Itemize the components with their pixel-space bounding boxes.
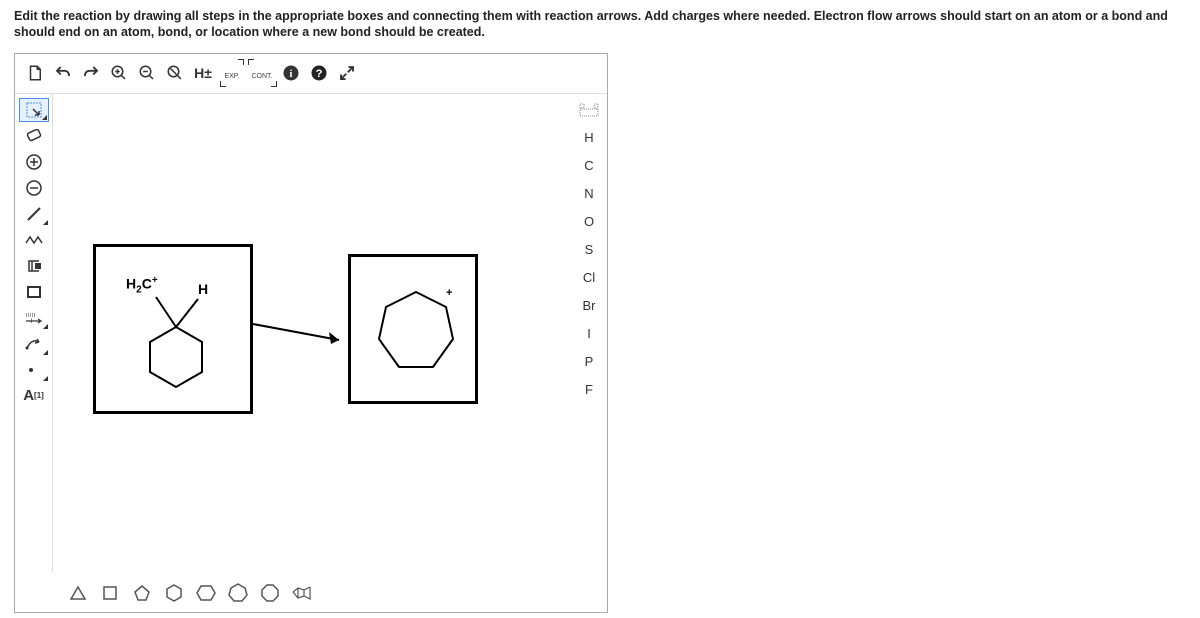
right-toolbar: H C N O S Cl Br I P F	[571, 94, 607, 402]
redo-button[interactable]	[77, 59, 105, 87]
chemistry-editor: H± EXP. CONT. i ?	[14, 53, 608, 613]
pentagon-ring[interactable]	[129, 580, 155, 606]
ch2-label: H2C+	[126, 275, 158, 295]
exp-button[interactable]: EXP.	[217, 59, 247, 87]
help-button[interactable]: ?	[305, 59, 333, 87]
element-br[interactable]: Br	[575, 294, 603, 318]
bond-tool[interactable]	[19, 202, 49, 226]
element-i[interactable]: I	[575, 322, 603, 346]
heptagon-ring[interactable]	[225, 580, 251, 606]
element-c[interactable]: C	[575, 154, 603, 178]
svg-text:?: ?	[316, 68, 323, 80]
zoom-out-button[interactable]	[133, 59, 161, 87]
drawing-canvas[interactable]: H2C+ H +	[53, 94, 571, 574]
element-o[interactable]: O	[575, 210, 603, 234]
zoom-fit-button[interactable]	[161, 59, 189, 87]
expand-button[interactable]	[333, 59, 361, 87]
charge-label: +	[446, 287, 452, 299]
new-button[interactable]	[21, 59, 49, 87]
cont-button[interactable]: CONT.	[247, 59, 277, 87]
hexagon-ring[interactable]	[161, 580, 187, 606]
charge-minus-tool[interactable]	[19, 176, 49, 200]
square-ring[interactable]	[97, 580, 123, 606]
element-n[interactable]: N	[575, 182, 603, 206]
svg-text:i: i	[290, 69, 293, 80]
left-toolbar: + A[1]	[15, 94, 53, 572]
atom-label-tool[interactable]: A[1]	[19, 384, 49, 408]
undo-button[interactable]	[49, 59, 77, 87]
bottom-toolbar	[53, 574, 315, 612]
instructions-text: Edit the reaction by drawing all steps i…	[0, 0, 1200, 45]
element-cl[interactable]: Cl	[575, 266, 603, 290]
hydrogen-pm-button[interactable]: H±	[189, 59, 217, 87]
top-toolbar: H± EXP. CONT. i ?	[15, 54, 607, 94]
element-s[interactable]: S	[575, 238, 603, 262]
zoom-in-button[interactable]	[105, 59, 133, 87]
hexagon-ring-alt[interactable]	[193, 580, 219, 606]
element-p[interactable]: P	[575, 350, 603, 374]
element-f[interactable]: F	[575, 378, 603, 402]
element-h[interactable]: H	[575, 126, 603, 150]
info-button[interactable]: i	[277, 59, 305, 87]
marquee-tool[interactable]	[19, 98, 49, 122]
reaction-step-box-2[interactable]: +	[348, 254, 478, 404]
triangle-ring[interactable]	[65, 580, 91, 606]
chair-ring[interactable]	[289, 580, 315, 606]
chain-tool[interactable]	[19, 228, 49, 252]
octagon-ring[interactable]	[257, 580, 283, 606]
rxn-arrow-tool[interactable]: +	[19, 306, 49, 330]
charge-plus-tool[interactable]	[19, 150, 49, 174]
eraser-tool[interactable]	[19, 124, 49, 148]
periodic-table-button[interactable]	[575, 98, 603, 122]
reaction-arrow[interactable]	[251, 322, 351, 352]
reaction-step-box-1[interactable]: H2C+ H	[93, 244, 253, 414]
curved-arrow-tool[interactable]	[19, 332, 49, 356]
radical-tool[interactable]	[19, 358, 49, 382]
box-tool[interactable]	[19, 280, 49, 304]
template-tool[interactable]	[19, 254, 49, 278]
h-label: H	[198, 281, 208, 297]
